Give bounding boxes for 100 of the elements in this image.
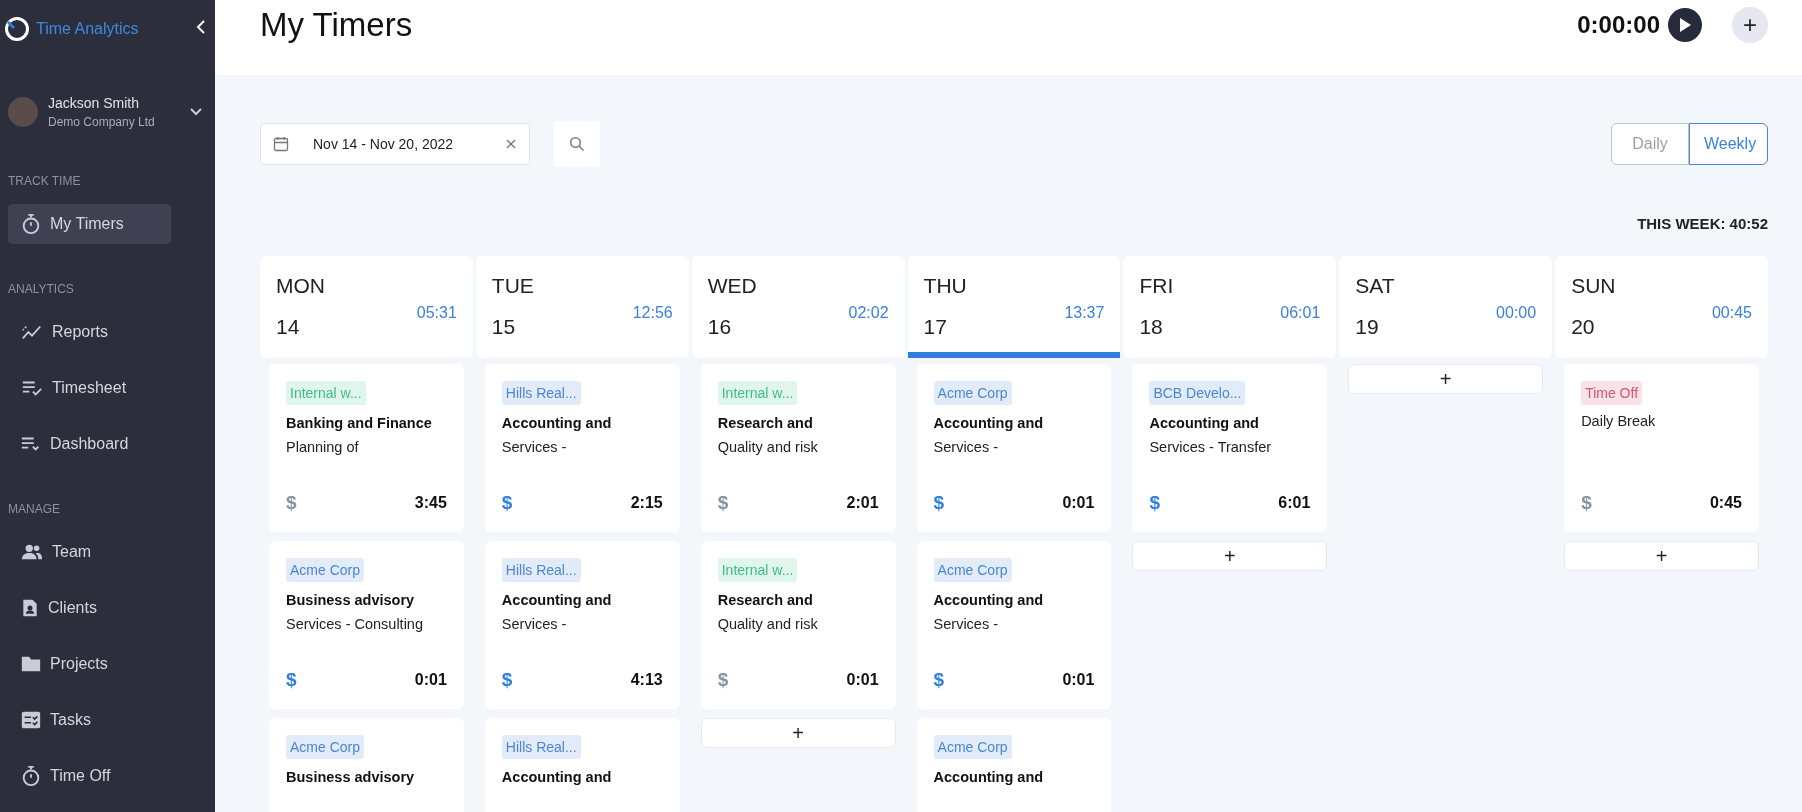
add-entry-button[interactable]: + [1564,541,1759,571]
time-entry-card[interactable]: Internal w... Research and Quality and risk $ 2:01 [700,364,896,532]
entry-duration: 0:01 [846,671,879,689]
client-tag: Internal w... [717,381,798,405]
time-entry-card[interactable]: Internal w... Banking and Finance Planning of $ 3:45 [269,364,464,532]
entry-duration: 3:45 [414,494,447,512]
day-date: 15 [491,315,517,340]
weekday-label: WED [707,274,758,299]
user-name: Jackson Smith [48,95,141,111]
entry-description: Services - [501,616,568,632]
day-total: 05:31 [416,304,457,322]
entry-title: Accounting and [1149,415,1260,431]
entry-title: Accounting and [501,415,613,431]
play-icon [1678,16,1692,33]
nav-item[interactable]: Dashboard [8,424,171,464]
clear-icon[interactable] [505,138,517,150]
add-entry-button[interactable]: + [1132,541,1328,571]
entry-duration: 0:01 [414,671,447,689]
time-entry-card[interactable]: Acme Corp Accounting and Services - $ 0:01 [916,364,1112,532]
billable-mark: $ [933,669,945,691]
nav-item[interactable]: Team [8,532,171,572]
billable-mark: $ [1149,492,1160,514]
entry-description: Services - [933,439,1000,455]
entry-title: Accounting and [933,415,1045,431]
view-toggle[interactable]: Weekly [1689,123,1768,165]
nav-item[interactable]: Projects [8,644,171,684]
nav-item[interactable]: Tasks [8,700,171,740]
day-header[interactable]: THU 13:37 17 [907,256,1121,358]
stopwatch-icon [20,213,42,235]
nav-item[interactable]: Reports [8,312,171,352]
add-timer-button[interactable]: + [1732,6,1768,43]
search-icon [569,136,585,152]
entry-title: Accounting and [501,592,613,608]
date-range-field[interactable]: Nov 14 - Nov 20, 2022 [260,123,530,165]
chevron-down-icon[interactable] [189,107,203,117]
billable-mark: $ [933,492,945,514]
nav-item[interactable]: Timesheet [8,368,171,408]
time-entry-card[interactable]: Time Off Daily Break $ 0:45 [1564,364,1759,532]
entry-title: Research and [717,592,814,608]
day-header[interactable]: MON 05:31 14 [260,256,473,358]
section-heading: TRACK TIME [7,174,82,188]
nav-item[interactable]: Clients [8,588,171,628]
client-tag: Acme Corp [286,735,365,759]
weekday-label: FRI [1139,274,1175,299]
nav-item[interactable]: Time Off [8,756,171,796]
weekday-label: SAT [1355,274,1396,299]
day-header[interactable]: WED 02:02 16 [691,256,905,358]
day-total: 12:56 [632,304,673,322]
client-tag: BCB Develo... [1149,381,1246,405]
time-entry-card[interactable]: BCB Develo... Accounting and Services - Transfer $ 6:01 [1132,364,1328,532]
time-entry-card[interactable]: Internal w... Research and Quality and risk $ 0:01 [700,541,896,709]
entry-description: Planning of [286,439,360,455]
client-tag: Internal w... [717,558,798,582]
client-tag: Hills Real... [501,381,581,405]
collapse-chevron-icon[interactable] [195,19,207,35]
entry-description: Services - Consulting [286,616,424,632]
time-entry-card[interactable]: Acme Corp Business advisory [269,718,464,812]
entry-title: Research and [717,415,814,431]
entry-title: Accounting and [933,592,1045,608]
weekday-label: SUN [1571,274,1617,299]
weekday-label: MON [276,274,326,299]
company-name: Demo Company Ltd [48,115,156,129]
contact-file-icon [20,597,40,619]
time-entry-card[interactable]: Acme Corp Accounting and [916,718,1112,812]
time-entry-card[interactable]: Hills Real... Accounting and Services - $ 4:13 [484,541,680,709]
day-header[interactable]: SUN 00:45 20 [1555,256,1768,358]
app-name: Time Analytics [36,20,140,38]
time-entry-card[interactable]: Acme Corp Business advisory Services - Consulting $ 0:01 [269,541,464,709]
entry-description: Services - [933,616,1000,632]
day-date: 19 [1355,315,1380,340]
entry-title: Accounting and [501,769,613,785]
client-tag: Internal w... [286,381,366,405]
day-header[interactable]: SAT 00:00 19 [1339,256,1553,358]
entry-duration: 0:01 [1062,671,1095,689]
client-tag: Acme Corp [933,735,1012,759]
start-timer-button[interactable] [1668,7,1702,42]
day-header[interactable]: FRI 06:01 18 [1123,256,1337,358]
day-header[interactable]: TUE 12:56 15 [475,256,689,358]
add-entry-button[interactable]: + [1348,364,1544,394]
day-date: 20 [1571,315,1596,340]
entry-duration: 4:13 [630,671,663,689]
day-total: 00:00 [1496,304,1537,322]
section-heading: ANALYTICS [7,282,75,296]
time-entry-card[interactable]: Acme Corp Accounting and Services - $ 0:01 [916,541,1112,709]
entry-title: Business advisory [286,592,416,608]
billable-mark: $ [717,669,729,691]
week-total: THIS WEEK: 40:52 [1637,215,1768,232]
task-list-icon [20,709,42,731]
add-entry-button[interactable]: + [700,718,896,748]
day-total: 13:37 [1064,304,1105,322]
entry-duration: 2:01 [846,494,879,512]
client-tag: Hills Real... [501,735,581,759]
client-tag: Acme Corp [933,381,1012,405]
time-entry-card[interactable]: Hills Real... Accounting and [484,718,680,812]
time-entry-card[interactable]: Hills Real... Accounting and Services - $ 2:15 [484,364,680,532]
day-date: 16 [707,315,733,340]
nav-item[interactable]: My Timers [8,204,171,244]
day-total: 02:02 [848,304,889,322]
entry-title: Business advisory [286,769,416,785]
stopwatch-icon [20,765,42,787]
